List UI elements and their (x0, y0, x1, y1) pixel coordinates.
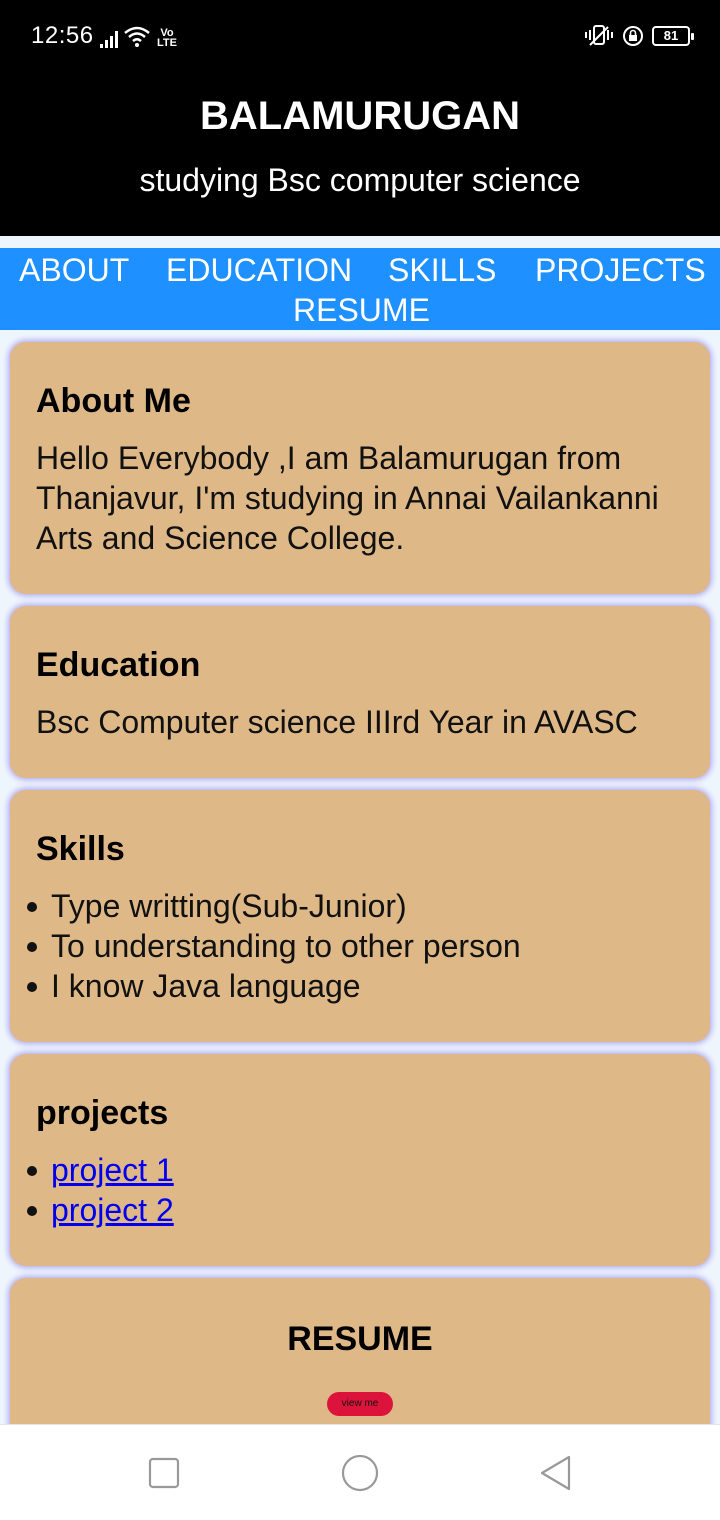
recents-icon[interactable] (144, 1453, 184, 1493)
back-icon[interactable] (536, 1453, 576, 1493)
main-nav: ABOUT EDUCATION SKILLS PROJECTS RESUME (0, 248, 720, 330)
nav-about[interactable]: ABOUT (19, 250, 129, 290)
system-nav-bar (0, 1424, 720, 1520)
education-title: Education (36, 646, 201, 684)
status-right-icons: 81 (584, 24, 694, 48)
list-item: project 1 (24, 1150, 174, 1190)
list-item: project 2 (24, 1190, 174, 1230)
project-1-link[interactable]: project 1 (51, 1152, 174, 1188)
about-card: About Me Hello Everybody ,I am Balamurug… (10, 342, 710, 594)
home-icon[interactable] (340, 1453, 380, 1493)
battery-icon: 81 (652, 26, 694, 46)
about-title: About Me (36, 382, 191, 420)
nav-education[interactable]: EDUCATION (166, 250, 352, 290)
about-text: Hello Everybody ,I am Balamurugan from T… (36, 440, 659, 556)
education-text: Bsc Computer science IIIrd Year in AVASC (36, 704, 638, 740)
skills-title: Skills (36, 830, 125, 868)
lock-rotation-icon (623, 26, 643, 46)
site-subtitle: studying Bsc computer science (139, 162, 581, 198)
vibrate-icon (585, 25, 613, 46)
screen: 12:56 Vo LTE 81 BALAMURUGAN studying Bsc… (0, 0, 720, 1520)
list-item: To understanding to other person (24, 926, 521, 966)
site-title: BALAMURUGAN (200, 94, 520, 138)
skills-list: Type writting(Sub-Junior) To understandi… (24, 886, 521, 1006)
projects-list: project 1 project 2 (24, 1150, 174, 1230)
status-bar: 12:56 Vo LTE 81 (0, 0, 720, 74)
volte-label: Vo LTE (157, 27, 177, 49)
page-header: 12:56 Vo LTE 81 BALAMURUGAN studying Bsc… (0, 0, 720, 236)
projects-title: projects (36, 1094, 169, 1132)
nav-projects[interactable]: PROJECTS (535, 250, 706, 290)
status-time: 12:56 (31, 22, 94, 49)
nav-skills[interactable]: SKILLS (388, 250, 497, 290)
projects-card: projects project 1 project 2 (10, 1054, 710, 1266)
wifi-icon (124, 26, 150, 47)
education-card: Education Bsc Computer science IIIrd Yea… (10, 606, 710, 778)
nav-resume[interactable]: RESUME (293, 290, 430, 330)
project-2-link[interactable]: project 2 (51, 1192, 174, 1228)
resume-title: RESUME (287, 1320, 433, 1358)
skills-card: Skills Type writting(Sub-Junior) To unde… (10, 790, 710, 1042)
view-resume-button[interactable]: view me (327, 1392, 393, 1416)
signal-icon (100, 30, 118, 48)
status-left-icons: Vo LTE (100, 24, 178, 49)
list-item: Type writting(Sub-Junior) (24, 886, 521, 926)
list-item: I know Java language (24, 966, 521, 1006)
